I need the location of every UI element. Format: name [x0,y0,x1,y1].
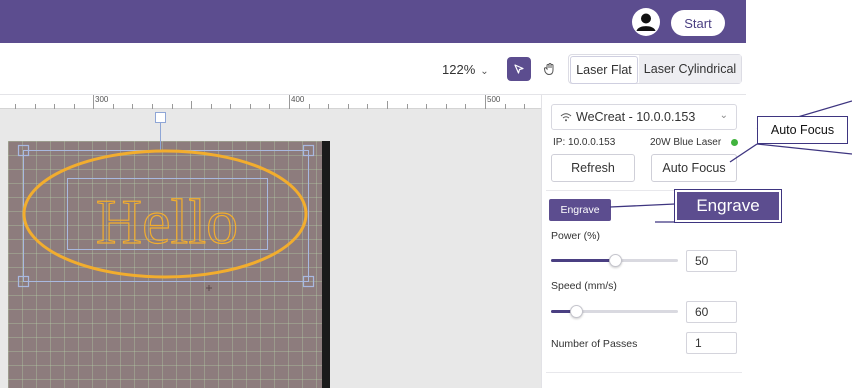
auto-focus-callout: Auto Focus [757,116,848,144]
engrave-callout: Engrave [674,189,782,223]
